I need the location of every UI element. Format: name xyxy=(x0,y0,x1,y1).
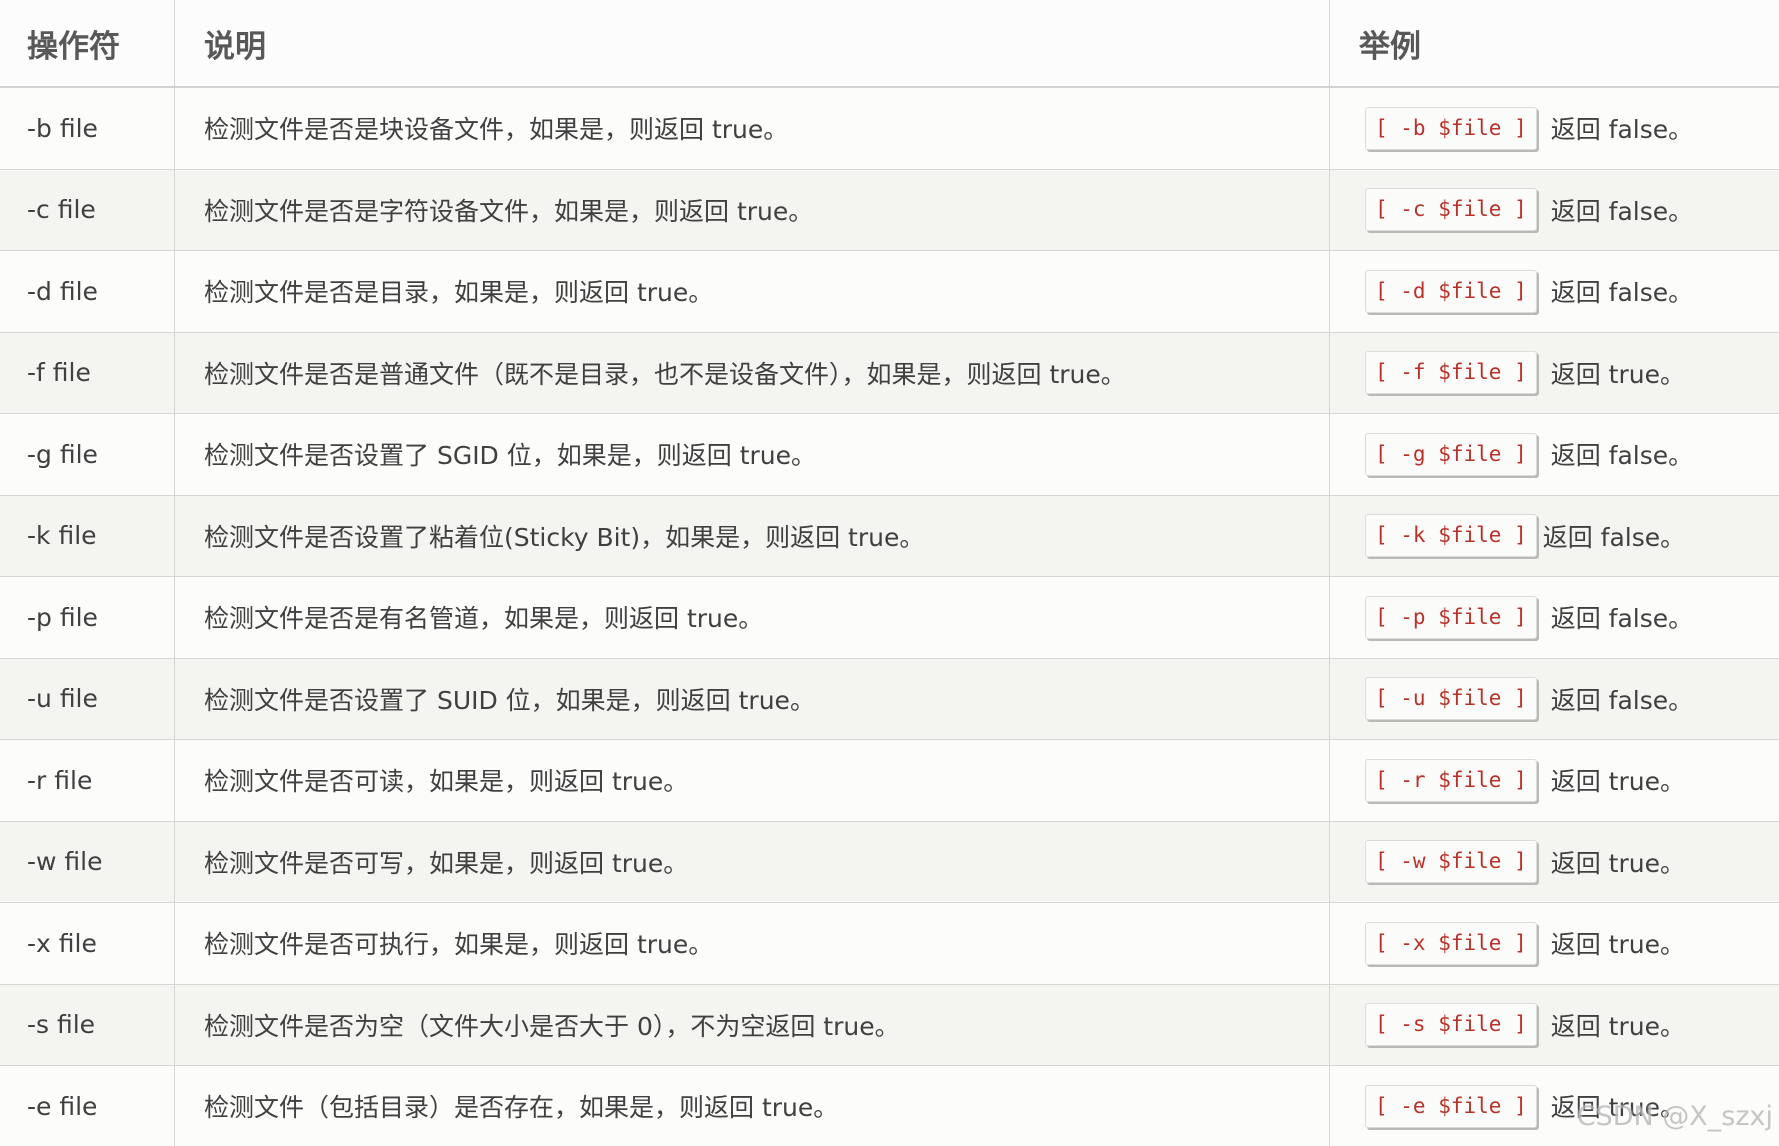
example-cell: [ -b $file ] 返回 false。 xyxy=(1330,88,1779,169)
description-cell: 检测文件是否是有名管道，如果是，则返回 true。 xyxy=(175,577,1330,658)
description-cell: 检测文件是否设置了 SUID 位，如果是，则返回 true。 xyxy=(175,658,1330,739)
table-row: -u file 检测文件是否设置了 SUID 位，如果是，则返回 true。 [… xyxy=(0,658,1779,740)
code-snippet: [ -r $file ] xyxy=(1365,758,1537,802)
operator-cell: -u file xyxy=(0,658,175,739)
table-header-row: 操作符 说明 举例 xyxy=(0,0,1779,88)
code-snippet: [ -s $file ] xyxy=(1365,1003,1537,1047)
code-snippet: [ -k $file ] xyxy=(1365,514,1537,558)
operator-cell: -d file xyxy=(0,251,175,332)
example-result: 返回 true。 xyxy=(1550,1093,1685,1122)
example-result: 返回 false。 xyxy=(1550,115,1694,145)
example-result: 返回 false。 xyxy=(1542,522,1686,552)
description-cell: 检测文件是否可读，如果是，则返回 true。 xyxy=(175,740,1330,821)
operator-cell: -x file xyxy=(0,903,175,984)
code-snippet: [ -c $file ] xyxy=(1365,188,1537,232)
example-result: 返回 true。 xyxy=(1550,1011,1685,1041)
example-result: 返回 false。 xyxy=(1550,196,1694,226)
example-cell: [ -c $file ] 返回 false。 xyxy=(1330,170,1779,251)
example-cell: [ -u $file ] 返回 false。 xyxy=(1330,659,1779,740)
example-result: 返回 true。 xyxy=(1550,359,1685,389)
description-cell: 检测文件是否可执行，如果是，则返回 true。 xyxy=(175,903,1330,984)
example-result: 返回 true。 xyxy=(1550,930,1685,960)
table-row: -b file 检测文件是否是块设备文件，如果是，则返回 true。 [ -b … xyxy=(0,88,1779,170)
code-snippet: [ -e $file ] xyxy=(1365,1084,1537,1128)
table-row: -d file 检测文件是否是目录，如果是，则返回 true。 [ -d $fi… xyxy=(0,251,1779,333)
table-row: -k file 检测文件是否设置了粘着位(Sticky Bit)，如果是，则返回… xyxy=(0,495,1779,577)
example-cell: [ -x $file ] 返回 true。 xyxy=(1330,903,1779,984)
code-snippet: [ -u $file ] xyxy=(1365,677,1537,721)
header-operator: 操作符 xyxy=(0,0,175,86)
example-result: 返回 true。 xyxy=(1550,848,1685,878)
example-cell: [ -s $file ] 返回 true。 xyxy=(1330,985,1779,1066)
header-description: 说明 xyxy=(175,0,1330,86)
operator-cell: -g file xyxy=(0,414,175,495)
table-row: -p file 检测文件是否是有名管道，如果是，则返回 true。 [ -p $… xyxy=(0,577,1779,659)
example-cell: [ -d $file ] 返回 false。 xyxy=(1330,251,1779,332)
description-cell: 检测文件是否设置了粘着位(Sticky Bit)，如果是，则返回 true。 xyxy=(175,495,1330,576)
example-result: 返回 false。 xyxy=(1550,604,1694,634)
operator-cell: -b file xyxy=(0,88,175,169)
operator-cell: -k file xyxy=(0,495,175,576)
example-result: 返回 true。 xyxy=(1550,767,1685,797)
example-cell: [ -p $file ] 返回 false。 xyxy=(1330,577,1779,658)
table-row: -w file 检测文件是否可写，如果是，则返回 true。 [ -w $fil… xyxy=(0,821,1779,903)
table-row: -s file 检测文件是否为空（文件大小是否大于 0），不为空返回 true。… xyxy=(0,984,1779,1066)
description-cell: 检测文件是否可写，如果是，则返回 true。 xyxy=(175,821,1330,902)
table-row: -f file 检测文件是否是普通文件（既不是目录，也不是设备文件），如果是，则… xyxy=(0,332,1779,414)
example-cell: [ -k $file ] 返回 false。 xyxy=(1330,496,1779,577)
table-row: -e file 检测文件（包括目录）是否存在，如果是，则返回 true。 [ -… xyxy=(0,1066,1779,1146)
example-cell: [ -f $file ] 返回 true。 xyxy=(1330,333,1779,414)
example-cell: [ -w $file ] 返回 true。 xyxy=(1330,822,1779,903)
code-snippet: [ -f $file ] xyxy=(1365,351,1537,395)
code-snippet: [ -d $file ] xyxy=(1365,269,1537,313)
description-cell: 检测文件是否设置了 SGID 位，如果是，则返回 true。 xyxy=(175,414,1330,495)
description-cell: 检测文件是否是字符设备文件，如果是，则返回 true。 xyxy=(175,169,1330,250)
description-cell: 检测文件是否是普通文件（既不是目录，也不是设备文件），如果是，则返回 true。 xyxy=(175,332,1330,413)
operator-cell: -f file xyxy=(0,332,175,413)
operator-cell: -e file xyxy=(0,1066,175,1146)
code-snippet: [ -x $file ] xyxy=(1365,921,1537,965)
operator-cell: -c file xyxy=(0,169,175,250)
code-snippet: [ -p $file ] xyxy=(1365,595,1537,639)
operator-cell: -r file xyxy=(0,740,175,821)
code-snippet: [ -g $file ] xyxy=(1365,432,1537,476)
description-cell: 检测文件是否为空（文件大小是否大于 0），不为空返回 true。 xyxy=(175,984,1330,1065)
description-cell: 检测文件是否是块设备文件，如果是，则返回 true。 xyxy=(175,88,1330,169)
example-cell: [ -r $file ] 返回 true。 xyxy=(1330,740,1779,821)
table-row: -x file 检测文件是否可执行，如果是，则返回 true。 [ -x $fi… xyxy=(0,903,1779,985)
header-example: 举例 xyxy=(1359,28,1421,65)
example-cell: [ -g $file ] 返回 false。 xyxy=(1330,414,1779,495)
code-snippet: [ -w $file ] xyxy=(1365,840,1537,884)
operator-cell: -p file xyxy=(0,577,175,658)
description-cell: 检测文件是否是目录，如果是，则返回 true。 xyxy=(175,251,1330,332)
example-result: 返回 false。 xyxy=(1550,278,1694,308)
operator-cell: -w file xyxy=(0,821,175,902)
example-result: 返回 false。 xyxy=(1550,685,1694,715)
table-row: -c file 检测文件是否是字符设备文件，如果是，则返回 true。 [ -c… xyxy=(0,169,1779,251)
example-cell: [ -e $file ] 返回 true。 xyxy=(1330,1066,1779,1146)
operator-cell: -s file xyxy=(0,984,175,1065)
table-row: -g file 检测文件是否设置了 SGID 位，如果是，则返回 true。 [… xyxy=(0,414,1779,496)
example-result: 返回 false。 xyxy=(1550,441,1694,471)
file-test-operators-table: 操作符 说明 举例 -b file 检测文件是否是块设备文件，如果是，则返回 t… xyxy=(0,0,1779,1146)
table-row: -r file 检测文件是否可读，如果是，则返回 true。 [ -r $fil… xyxy=(0,740,1779,822)
description-cell: 检测文件（包括目录）是否存在，如果是，则返回 true。 xyxy=(175,1066,1330,1146)
code-snippet: [ -b $file ] xyxy=(1365,106,1537,150)
